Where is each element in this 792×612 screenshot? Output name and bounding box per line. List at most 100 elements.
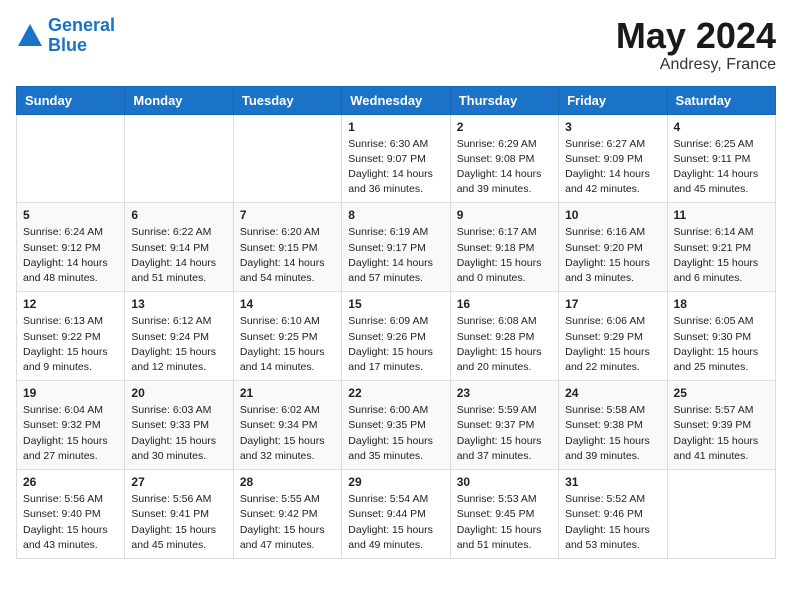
day-number: 29 [348, 475, 443, 489]
cell-info: Sunrise: 6:13 AM Sunset: 9:22 PM Dayligh… [23, 314, 118, 375]
cell-info: Sunrise: 6:03 AM Sunset: 9:33 PM Dayligh… [131, 403, 226, 464]
day-number: 26 [23, 475, 118, 489]
calendar-cell: 9 Sunrise: 6:17 AM Sunset: 9:18 PM Daylig… [450, 203, 558, 292]
cell-info: Sunrise: 6:06 AM Sunset: 9:29 PM Dayligh… [565, 314, 660, 375]
title-block: May 2024 Andresy, France [616, 16, 776, 74]
day-number: 8 [348, 208, 443, 222]
calendar-cell: 25Sunrise: 5:57 AM Sunset: 9:39 PM Dayli… [667, 381, 775, 470]
calendar-cell: 26Sunrise: 5:56 AM Sunset: 9:40 PM Dayli… [17, 470, 125, 559]
calendar-cell: 14Sunrise: 6:10 AM Sunset: 9:25 PM Dayli… [233, 292, 341, 381]
cell-info: Sunrise: 6:20 AM Sunset: 9:15 PM Dayligh… [240, 225, 335, 286]
logo-line1: General [48, 15, 115, 35]
day-number: 18 [674, 297, 769, 311]
calendar-cell: 6 Sunrise: 6:22 AM Sunset: 9:14 PM Daylig… [125, 203, 233, 292]
calendar-cell: 16 Sunrise: 6:08 AM Sunset: 9:28 PM Dayli… [450, 292, 558, 381]
calendar-cell: 20Sunrise: 6:03 AM Sunset: 9:33 PM Dayli… [125, 381, 233, 470]
calendar-table: SundayMondayTuesdayWednesdayThursdayFrid… [16, 86, 776, 559]
day-number: 13 [131, 297, 226, 311]
calendar-cell [233, 114, 341, 203]
cell-info: Sunrise: 6:19 AM Sunset: 9:17 PM Dayligh… [348, 225, 443, 286]
day-header-monday: Monday [125, 86, 233, 114]
cell-info: Sunrise: 6:02 AM Sunset: 9:34 PM Dayligh… [240, 403, 335, 464]
day-number: 3 [565, 120, 660, 134]
calendar-cell: 2 Sunrise: 6:29 AM Sunset: 9:08 PM Daylig… [450, 114, 558, 203]
day-number: 30 [457, 475, 552, 489]
logo-icon [16, 22, 44, 50]
day-number: 2 [457, 120, 552, 134]
calendar-cell: 10Sunrise: 6:16 AM Sunset: 9:20 PM Dayli… [559, 203, 667, 292]
day-number: 15 [348, 297, 443, 311]
month-title: May 2024 [616, 16, 776, 56]
day-number: 25 [674, 386, 769, 400]
location: Andresy, France [616, 56, 776, 74]
day-number: 5 [23, 208, 118, 222]
logo-line2: Blue [48, 36, 115, 56]
day-number: 7 [240, 208, 335, 222]
calendar-cell: 7 Sunrise: 6:20 AM Sunset: 9:15 PM Daylig… [233, 203, 341, 292]
calendar-cell [667, 470, 775, 559]
cell-info: Sunrise: 6:09 AM Sunset: 9:26 PM Dayligh… [348, 314, 443, 375]
calendar-cell: 22 Sunrise: 6:00 AM Sunset: 9:35 PM Dayli… [342, 381, 450, 470]
page-header: General Blue May 2024 Andresy, France [16, 16, 776, 74]
cell-info: Sunrise: 5:52 AM Sunset: 9:46 PM Dayligh… [565, 492, 660, 553]
week-row-4: 19 Sunrise: 6:04 AM Sunset: 9:32 PM Dayli… [17, 381, 776, 470]
cell-info: Sunrise: 6:12 AM Sunset: 9:24 PM Dayligh… [131, 314, 226, 375]
day-number: 27 [131, 475, 226, 489]
cell-info: Sunrise: 6:00 AM Sunset: 9:35 PM Dayligh… [348, 403, 443, 464]
cell-info: Sunrise: 6:08 AM Sunset: 9:28 PM Dayligh… [457, 314, 552, 375]
day-number: 14 [240, 297, 335, 311]
cell-info: Sunrise: 6:17 AM Sunset: 9:18 PM Dayligh… [457, 225, 552, 286]
logo: General Blue [16, 16, 115, 56]
logo-text: General Blue [48, 16, 115, 56]
day-number: 22 [348, 386, 443, 400]
day-number: 19 [23, 386, 118, 400]
day-header-wednesday: Wednesday [342, 86, 450, 114]
cell-info: Sunrise: 6:25 AM Sunset: 9:11 PM Dayligh… [674, 137, 769, 198]
day-number: 4 [674, 120, 769, 134]
calendar-cell: 3 Sunrise: 6:27 AM Sunset: 9:09 PM Daylig… [559, 114, 667, 203]
day-header-tuesday: Tuesday [233, 86, 341, 114]
day-number: 12 [23, 297, 118, 311]
day-number: 21 [240, 386, 335, 400]
calendar-cell: 12 Sunrise: 6:13 AM Sunset: 9:22 PM Dayli… [17, 292, 125, 381]
week-row-3: 12 Sunrise: 6:13 AM Sunset: 9:22 PM Dayli… [17, 292, 776, 381]
day-number: 6 [131, 208, 226, 222]
calendar-cell [125, 114, 233, 203]
calendar-cell: 15 Sunrise: 6:09 AM Sunset: 9:26 PM Dayli… [342, 292, 450, 381]
cell-info: Sunrise: 6:22 AM Sunset: 9:14 PM Dayligh… [131, 225, 226, 286]
cell-info: Sunrise: 6:24 AM Sunset: 9:12 PM Dayligh… [23, 225, 118, 286]
day-header-saturday: Saturday [667, 86, 775, 114]
week-row-2: 5 Sunrise: 6:24 AM Sunset: 9:12 PM Daylig… [17, 203, 776, 292]
cell-info: Sunrise: 5:56 AM Sunset: 9:41 PM Dayligh… [131, 492, 226, 553]
calendar-cell: 11 Sunrise: 6:14 AM Sunset: 9:21 PM Dayli… [667, 203, 775, 292]
cell-info: Sunrise: 5:58 AM Sunset: 9:38 PM Dayligh… [565, 403, 660, 464]
week-row-5: 26Sunrise: 5:56 AM Sunset: 9:40 PM Dayli… [17, 470, 776, 559]
calendar-cell: 29Sunrise: 5:54 AM Sunset: 9:44 PM Dayli… [342, 470, 450, 559]
calendar-cell: 21 Sunrise: 6:02 AM Sunset: 9:34 PM Dayli… [233, 381, 341, 470]
cell-info: Sunrise: 6:30 AM Sunset: 9:07 PM Dayligh… [348, 137, 443, 198]
cell-info: Sunrise: 6:29 AM Sunset: 9:08 PM Dayligh… [457, 137, 552, 198]
cell-info: Sunrise: 5:53 AM Sunset: 9:45 PM Dayligh… [457, 492, 552, 553]
day-number: 16 [457, 297, 552, 311]
calendar-cell: 17Sunrise: 6:06 AM Sunset: 9:29 PM Dayli… [559, 292, 667, 381]
calendar-cell: 18 Sunrise: 6:05 AM Sunset: 9:30 PM Dayli… [667, 292, 775, 381]
day-header-sunday: Sunday [17, 86, 125, 114]
day-number: 10 [565, 208, 660, 222]
cell-info: Sunrise: 6:04 AM Sunset: 9:32 PM Dayligh… [23, 403, 118, 464]
calendar-cell: 28Sunrise: 5:55 AM Sunset: 9:42 PM Dayli… [233, 470, 341, 559]
calendar-cell: 1 Sunrise: 6:30 AM Sunset: 9:07 PM Daylig… [342, 114, 450, 203]
week-row-1: 1 Sunrise: 6:30 AM Sunset: 9:07 PM Daylig… [17, 114, 776, 203]
calendar-cell: 23Sunrise: 5:59 AM Sunset: 9:37 PM Dayli… [450, 381, 558, 470]
day-number: 11 [674, 208, 769, 222]
day-number: 31 [565, 475, 660, 489]
day-header-thursday: Thursday [450, 86, 558, 114]
cell-info: Sunrise: 6:14 AM Sunset: 9:21 PM Dayligh… [674, 225, 769, 286]
cell-info: Sunrise: 5:55 AM Sunset: 9:42 PM Dayligh… [240, 492, 335, 553]
day-number: 1 [348, 120, 443, 134]
day-number: 9 [457, 208, 552, 222]
calendar-cell: 30 Sunrise: 5:53 AM Sunset: 9:45 PM Dayli… [450, 470, 558, 559]
calendar-cell: 24 Sunrise: 5:58 AM Sunset: 9:38 PM Dayli… [559, 381, 667, 470]
cell-info: Sunrise: 6:27 AM Sunset: 9:09 PM Dayligh… [565, 137, 660, 198]
day-number: 24 [565, 386, 660, 400]
cell-info: Sunrise: 6:05 AM Sunset: 9:30 PM Dayligh… [674, 314, 769, 375]
